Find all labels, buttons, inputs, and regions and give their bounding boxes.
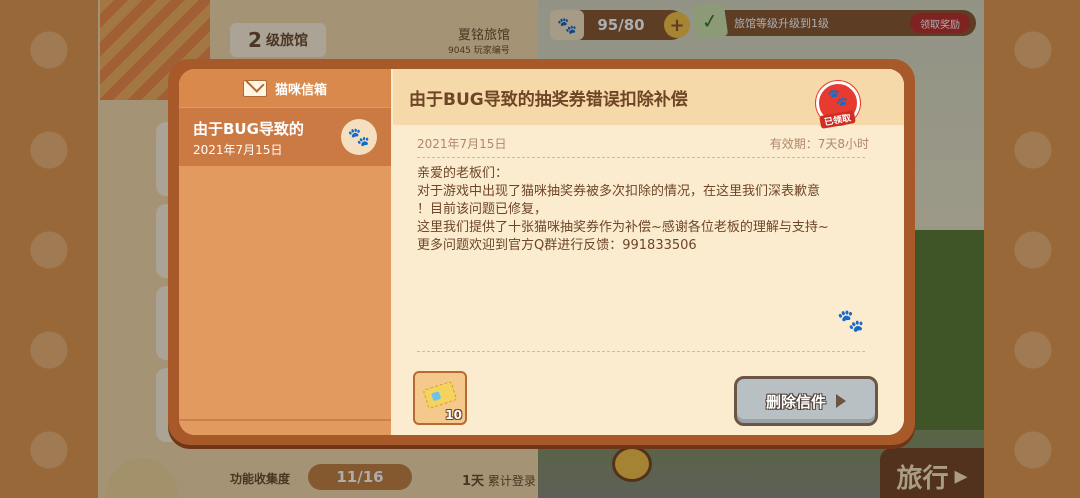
mailbox-title: 猫咪信箱: [274, 82, 327, 98]
envelope-icon: [242, 79, 267, 97]
paw-stamp-icon: 🐾: [827, 88, 849, 108]
mailbox-dialog: 猫咪信箱 由于BUG导致的 2021年7月15日 🐾 由于BUG导致的抽奖券错误…: [168, 59, 915, 445]
delete-mail-button[interactable]: 删除信件: [734, 376, 878, 426]
mail-meta: 2021年7月15日 有效期：7天8小时: [417, 135, 869, 155]
ticket-icon: [422, 380, 458, 410]
paw-decoration-icon: 🐾: [837, 309, 865, 334]
reward-count: 10: [445, 408, 462, 422]
mailbox-header: 猫咪信箱: [179, 69, 391, 107]
mail-body: 亲爱的老板们： 对于游戏中出现了猫咪抽奖券被多次扣除的情况，在这里我们深表歉意 …: [417, 166, 829, 253]
mailbox-sidebar: 猫咪信箱 由于BUG导致的 2021年7月15日 🐾: [179, 69, 391, 435]
divider: [417, 157, 865, 158]
mailbox-dialog-inner: 猫咪信箱 由于BUG导致的 2021年7月15日 🐾 由于BUG导致的抽奖券错误…: [179, 69, 904, 435]
divider: [417, 351, 865, 352]
mail-date: 2021年7月15日: [417, 137, 507, 151]
claimed-stamp: 🐾 已领取: [816, 81, 860, 129]
paw-icon: 🐾: [341, 119, 377, 155]
play-icon: [836, 394, 846, 408]
mail-list-item[interactable]: 由于BUG导致的 2021年7月15日 🐾: [179, 108, 391, 166]
claimed-stamp-text: 已领取: [819, 110, 857, 129]
delete-mail-label: 删除信件: [765, 392, 826, 411]
mail-validity: 有效期：7天8小时: [769, 137, 869, 151]
divider: [179, 419, 391, 421]
reward-item[interactable]: 10: [413, 371, 467, 425]
mail-detail: 由于BUG导致的抽奖券错误扣除补偿 🐾 已领取 2021年7月15日 有效期：7…: [393, 69, 904, 435]
